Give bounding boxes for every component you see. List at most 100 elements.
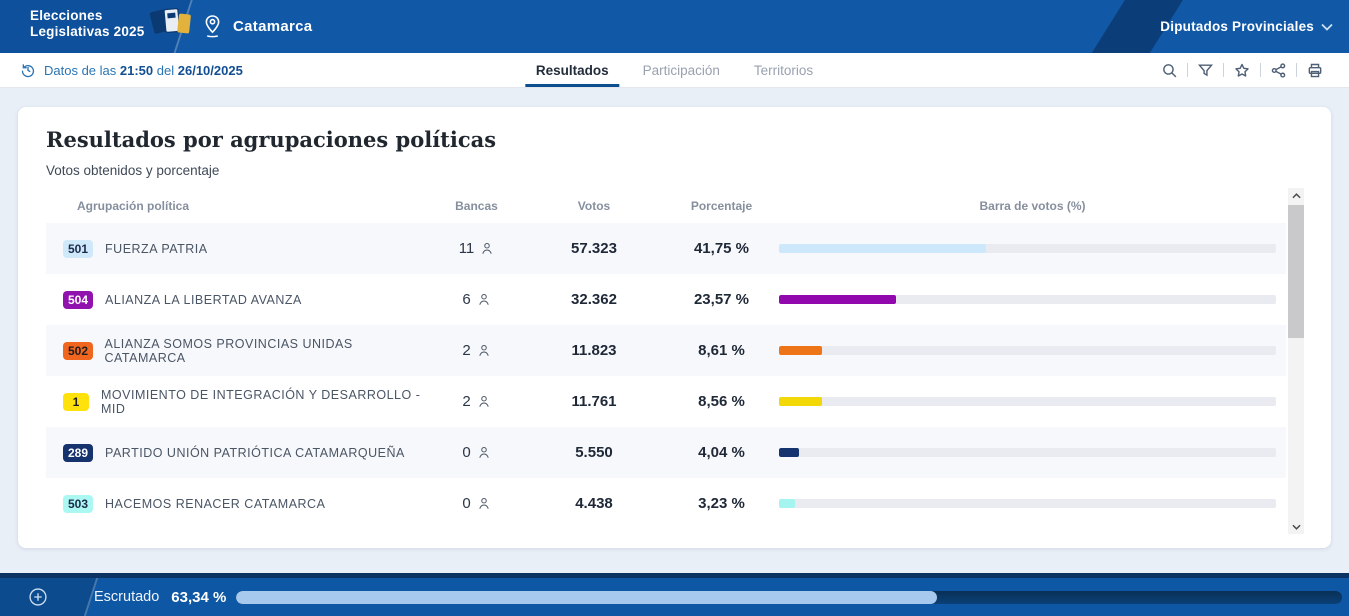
print-icon[interactable] <box>1297 62 1333 79</box>
seats-cell: 2 <box>429 393 524 410</box>
tab-territorios[interactable]: Territorios <box>737 53 830 87</box>
votes-value: 4.438 <box>524 495 664 512</box>
table-row[interactable]: 503 HACEMOS RENACER CATAMARCA 0 4.438 3,… <box>46 478 1286 529</box>
tab-resultados[interactable]: Resultados <box>519 53 626 87</box>
page-subtitle: Votos obtenidos y porcentaje <box>46 163 219 178</box>
table-header: Agrupación política Bancas Votos Porcent… <box>46 188 1286 223</box>
updated-prefix: Datos de las <box>44 63 116 78</box>
percentage-value: 8,56 % <box>664 393 779 410</box>
main-tabs: ResultadosParticipaciónTerritorios <box>519 53 830 87</box>
table-scrollbar[interactable] <box>1288 188 1304 534</box>
vote-bar-fill <box>779 346 822 355</box>
vote-bar-track <box>779 244 1276 253</box>
person-icon <box>477 496 491 511</box>
results-table: Agrupación política Bancas Votos Porcent… <box>46 188 1286 529</box>
province-title: Catamarca <box>233 18 312 35</box>
search-icon[interactable] <box>1152 62 1187 79</box>
scroll-down-icon[interactable] <box>1288 519 1304 534</box>
toolbar-actions <box>1152 53 1333 87</box>
party-name: MOVIMIENTO DE INTEGRACIÓN Y DESARROLLO -… <box>101 388 429 416</box>
app-logo: Elecciones Legislativas 2025 <box>30 8 194 40</box>
col-seats: Bancas <box>429 199 524 213</box>
seats-cell: 11 <box>429 240 524 257</box>
person-icon <box>480 241 494 256</box>
filter-icon[interactable] <box>1188 62 1223 79</box>
person-icon <box>477 292 491 307</box>
updated-mid: del <box>157 63 174 78</box>
col-votes: Votos <box>524 199 664 213</box>
vote-bar-fill <box>779 499 795 508</box>
expand-plus-icon[interactable] <box>28 587 48 607</box>
votes-value: 11.823 <box>524 342 664 359</box>
table-row[interactable]: 504 ALIANZA LA LIBERTAD AVANZA 6 32.362 … <box>46 274 1286 325</box>
party-name: ALIANZA SOMOS PROVINCIAS UNIDAS CATAMARC… <box>105 337 430 365</box>
escrutado-label: Escrutado <box>94 589 159 605</box>
seats-cell: 0 <box>429 495 524 512</box>
location-block: Catamarca <box>186 0 312 53</box>
escrutado-progressbar <box>236 591 1342 604</box>
category-label: Diputados Provinciales <box>1160 19 1314 34</box>
scrollbar-thumb[interactable] <box>1288 205 1304 338</box>
seats-cell: 0 <box>429 444 524 461</box>
votes-value: 32.362 <box>524 291 664 308</box>
vote-bar-fill <box>779 295 896 304</box>
results-card: Resultados por agrupaciones políticas Vo… <box>18 107 1331 548</box>
updated-time: 21:50 <box>120 63 153 78</box>
location-pin-icon <box>202 13 223 40</box>
party-name: FUERZA PATRIA <box>105 242 208 256</box>
party-name: ALIANZA LA LIBERTAD AVANZA <box>105 293 302 307</box>
tab-participación[interactable]: Participación <box>626 53 737 87</box>
footer-wedge <box>0 574 99 616</box>
votes-value: 5.550 <box>524 444 664 461</box>
vote-bar-fill <box>779 244 986 253</box>
table-row[interactable]: 502 ALIANZA SOMOS PROVINCIAS UNIDAS CATA… <box>46 325 1286 376</box>
col-percentage: Porcentaje <box>664 199 779 213</box>
person-icon <box>477 445 491 460</box>
person-icon <box>477 394 491 409</box>
scrutiny-footer: Escrutado 63,34 % <box>0 573 1349 616</box>
category-dropdown[interactable]: Diputados Provinciales <box>1160 0 1333 53</box>
party-code-badge: 1 <box>63 393 89 411</box>
updated-date: 26/10/2025 <box>178 63 243 78</box>
vote-bar-track <box>779 448 1276 457</box>
table-row[interactable]: 501 FUERZA PATRIA 11 57.323 41,75 % <box>46 223 1286 274</box>
star-icon[interactable] <box>1224 62 1260 79</box>
col-bar: Barra de votos (%) <box>779 199 1286 213</box>
subheader: Datos de las 21:50 del 26/10/2025 Result… <box>0 53 1349 88</box>
page-title: Resultados por agrupaciones políticas <box>46 127 496 152</box>
vote-bar-fill <box>779 397 822 406</box>
party-code-badge: 289 <box>63 444 93 462</box>
logo-line1: Elecciones <box>30 8 144 24</box>
seats-value: 0 <box>462 495 470 512</box>
table-row[interactable]: 1 MOVIMIENTO DE INTEGRACIÓN Y DESARROLLO… <box>46 376 1286 427</box>
clock-history-icon <box>20 62 36 78</box>
party-name: HACEMOS RENACER CATAMARCA <box>105 497 325 511</box>
seats-value: 2 <box>462 393 470 410</box>
percentage-value: 41,75 % <box>664 240 779 257</box>
percentage-value: 4,04 % <box>664 444 779 461</box>
percentage-value: 23,57 % <box>664 291 779 308</box>
scroll-up-icon[interactable] <box>1288 188 1304 203</box>
seats-value: 11 <box>459 240 475 257</box>
table-body: 501 FUERZA PATRIA 11 57.323 41,75 % 504 … <box>46 223 1286 529</box>
person-icon <box>477 343 491 358</box>
logo-line2: Legislativas 2025 <box>30 24 144 40</box>
share-icon[interactable] <box>1261 62 1296 79</box>
table-row[interactable]: 289 PARTIDO UNIÓN PATRIÓTICA CATAMARQUEÑ… <box>46 427 1286 478</box>
escrutado-progress-fill <box>236 591 936 604</box>
party-code-badge: 502 <box>63 342 93 360</box>
percentage-value: 3,23 % <box>664 495 779 512</box>
seats-value: 6 <box>462 291 470 308</box>
vote-bar-track <box>779 346 1276 355</box>
data-timestamp: Datos de las 21:50 del 26/10/2025 <box>20 53 243 87</box>
seats-value: 2 <box>462 342 470 359</box>
party-code-badge: 503 <box>63 495 93 513</box>
escrutado-value: 63,34 % <box>171 589 226 606</box>
vote-bar-track <box>779 499 1276 508</box>
percentage-value: 8,61 % <box>664 342 779 359</box>
seats-value: 0 <box>462 444 470 461</box>
party-code-badge: 501 <box>63 240 93 258</box>
vote-bar-track <box>779 295 1276 304</box>
seats-cell: 6 <box>429 291 524 308</box>
vote-bar-fill <box>779 448 799 457</box>
